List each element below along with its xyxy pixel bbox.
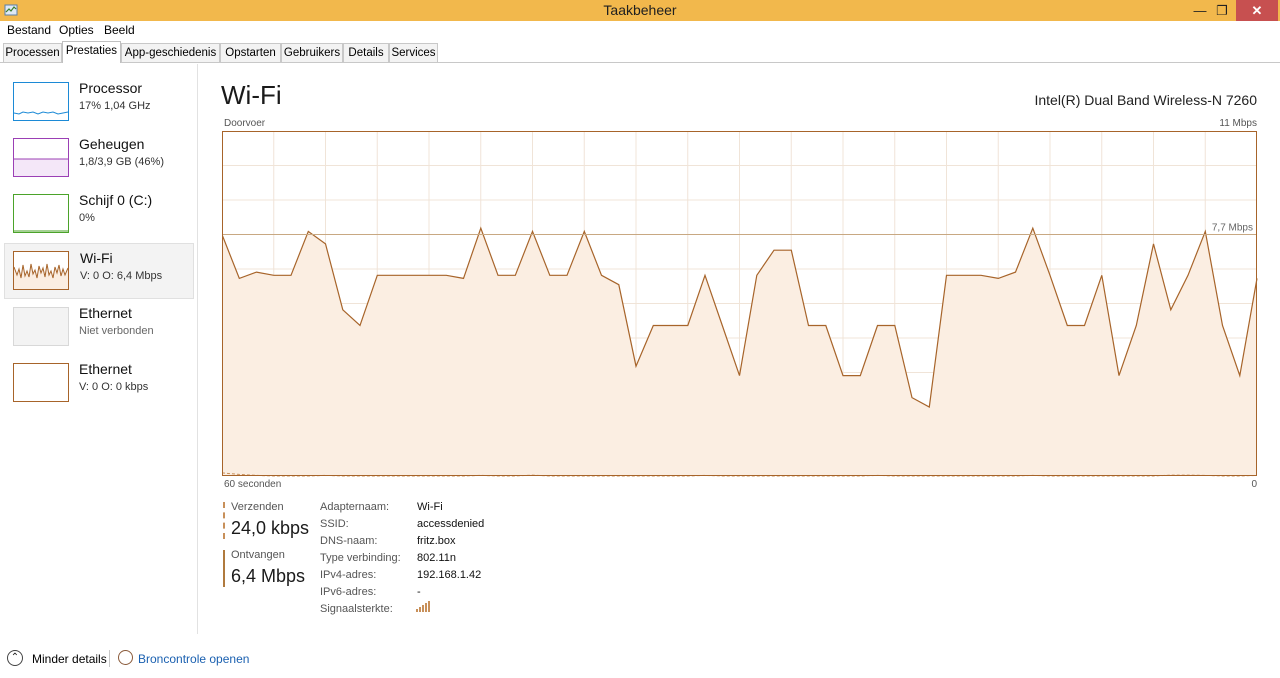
- send-value: 24,0 kbps: [231, 518, 310, 538]
- sidebar-item-label: Ethernet: [79, 361, 132, 377]
- sidebar-item-sub: V: 0 O: 6,4 Mbps: [80, 270, 163, 282]
- tab-services[interactable]: Services: [389, 43, 438, 62]
- chart-ylabel: Doorvoer: [224, 118, 266, 129]
- sidebar-item-label: Geheugen: [79, 136, 145, 152]
- prop-label-adapter: Adapternaam:: [320, 501, 390, 513]
- prop-label-type: Type verbinding:: [320, 552, 401, 564]
- prop-value-adapter: Wi-Fi: [417, 501, 443, 513]
- menu-beeld[interactable]: Beeld: [104, 21, 135, 39]
- prop-label-ipv6: IPv6-adres:: [320, 586, 377, 598]
- prop-value-ssid: accessdenied: [417, 518, 485, 530]
- page-title: Wi-Fi: [221, 80, 282, 110]
- tab-opstarten[interactable]: Opstarten: [220, 43, 281, 62]
- resource-sidebar: Processor 17% 1,04 GHz Geheugen 1,8/3,9 …: [0, 64, 198, 634]
- memory-thumbnail: [13, 138, 69, 177]
- receive-indicator: [223, 550, 225, 587]
- chart-zero-label: 0: [1251, 479, 1257, 490]
- footer-divider: [109, 650, 110, 667]
- throughput-chart: 7,7 Mbps: [222, 131, 1258, 477]
- signal-strength-icon: [416, 601, 430, 612]
- wifi-thumbnail: [13, 251, 69, 290]
- fewer-details-link[interactable]: Minder details: [32, 652, 107, 666]
- sidebar-item-label: Wi-Fi: [80, 250, 113, 266]
- tab-prestaties[interactable]: Prestaties: [62, 41, 121, 63]
- chart-max-label: 11 Mbps: [1219, 118, 1257, 129]
- chevron-up-icon[interactable]: ⌃: [7, 650, 23, 666]
- close-button[interactable]: ✕: [1236, 0, 1278, 21]
- sidebar-item-label: Processor: [79, 80, 143, 96]
- tab-processen[interactable]: Processen: [3, 43, 62, 62]
- send-indicator: [223, 502, 225, 539]
- processor-thumbnail: [13, 82, 69, 121]
- sidebar-item-processor[interactable]: Processor 17% 1,04 GHz: [4, 80, 194, 136]
- receive-value: 6,4 Mbps: [231, 566, 306, 586]
- prop-label-ssid: SSID:: [320, 518, 349, 530]
- tab-details[interactable]: Details: [343, 43, 389, 62]
- maximize-button[interactable]: ❐: [1208, 0, 1236, 21]
- prop-value-type: 802.11n: [417, 552, 456, 564]
- menu-bestand[interactable]: Bestand: [7, 21, 51, 39]
- sidebar-item-geheugen[interactable]: Geheugen 1,8/3,9 GB (46%): [4, 136, 194, 192]
- prop-label-ipv4: IPv4-adres:: [320, 569, 377, 581]
- menu-opties[interactable]: Opties: [59, 21, 94, 39]
- sidebar-item-schijf[interactable]: Schijf 0 (C:) 0%: [4, 192, 194, 248]
- prop-value-ipv4: 192.168.1.42: [417, 569, 482, 581]
- sidebar-item-ethernet-1[interactable]: Ethernet Niet verbonden: [4, 305, 194, 361]
- prop-label-dns: DNS-naam:: [320, 535, 378, 547]
- sidebar-item-wifi[interactable]: Wi-Fi V: 0 O: 6,4 Mbps: [4, 243, 194, 299]
- tab-app-geschiedenis[interactable]: App-geschiedenis: [121, 43, 220, 62]
- adapter-model: Intel(R) Dual Band Wireless-N 7260: [1034, 92, 1257, 108]
- sidebar-item-sub: 17% 1,04 GHz: [79, 100, 151, 112]
- chart-time-label: 60 seconden: [224, 479, 282, 490]
- tab-bar: Processen Prestaties App-geschiedenis Op…: [0, 39, 1280, 63]
- sidebar-item-sub: V: 0 O: 0 kbps: [79, 381, 149, 393]
- sidebar-item-sub: 0%: [79, 212, 95, 224]
- send-label: Verzenden: [231, 501, 284, 513]
- sidebar-item-sub: Niet verbonden: [79, 325, 154, 337]
- resource-monitor-icon[interactable]: [118, 650, 133, 665]
- window-title: Taakbeheer: [603, 2, 677, 18]
- menu-bar: Bestand Opties Beeld: [0, 21, 1280, 39]
- sidebar-item-label: Ethernet: [79, 305, 132, 321]
- receive-label: Ontvangen: [231, 549, 285, 561]
- title-bar: Taakbeheer — ❐ ✕: [0, 0, 1280, 21]
- tab-gebruikers[interactable]: Gebruikers: [281, 43, 343, 62]
- reference-line-label: 7,7 Mbps: [1212, 223, 1253, 234]
- prop-label-signal: Signaalsterkte:: [320, 603, 393, 615]
- disk-thumbnail: [13, 194, 69, 233]
- ethernet-thumbnail: [13, 363, 69, 402]
- sidebar-item-sub: 1,8/3,9 GB (46%): [79, 156, 164, 168]
- resource-monitor-link[interactable]: Broncontrole openen: [138, 652, 249, 666]
- sidebar-item-label: Schijf 0 (C:): [79, 192, 153, 208]
- ethernet-thumbnail: [13, 307, 69, 346]
- prop-value-dns: fritz.box: [417, 535, 456, 547]
- prop-value-ipv6: -: [417, 586, 421, 598]
- sidebar-item-ethernet-2[interactable]: Ethernet V: 0 O: 0 kbps: [4, 361, 194, 417]
